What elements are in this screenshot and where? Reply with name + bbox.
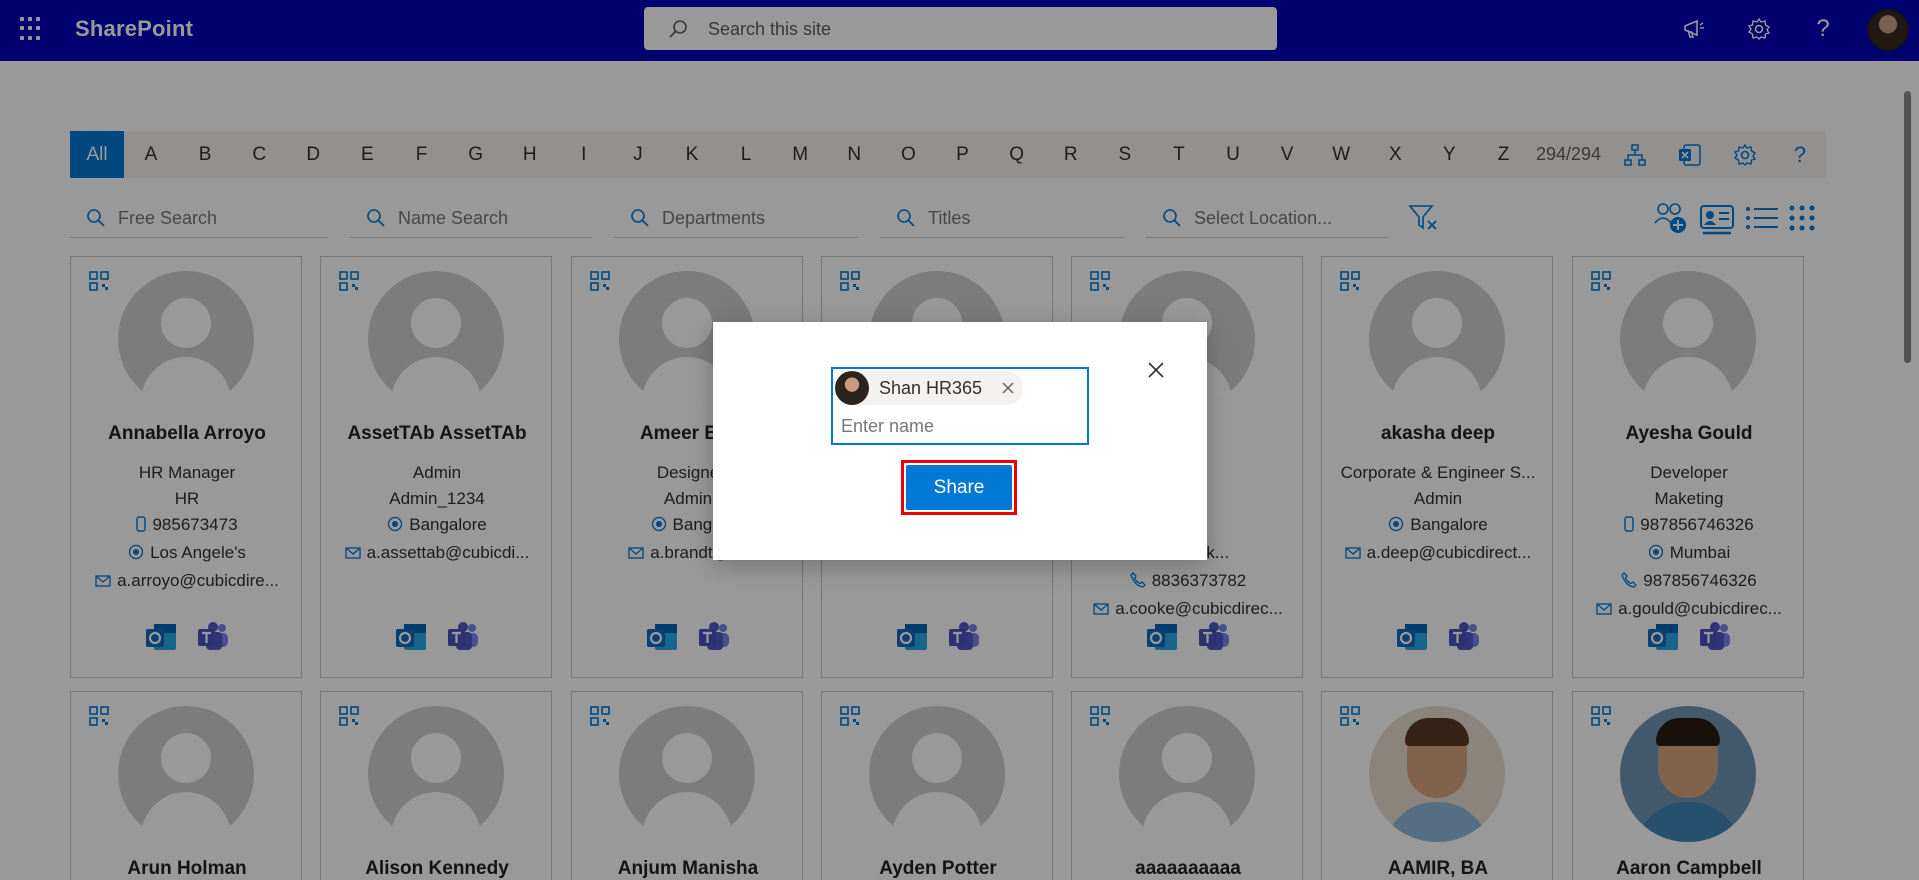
enter-name-input[interactable] bbox=[841, 414, 1081, 438]
close-icon[interactable] bbox=[1142, 356, 1170, 384]
person-avatar bbox=[835, 371, 869, 405]
share-button[interactable]: Share bbox=[906, 465, 1012, 510]
selected-person-name: Shan HR365 bbox=[879, 378, 983, 398]
share-dialog: Shan HR365 Share bbox=[713, 322, 1207, 560]
people-picker[interactable]: Shan HR365 bbox=[831, 367, 1089, 445]
remove-person-icon[interactable] bbox=[999, 379, 1017, 397]
selected-person-pill: Shan HR365 bbox=[835, 371, 1023, 405]
share-button-highlight: Share bbox=[901, 460, 1017, 515]
